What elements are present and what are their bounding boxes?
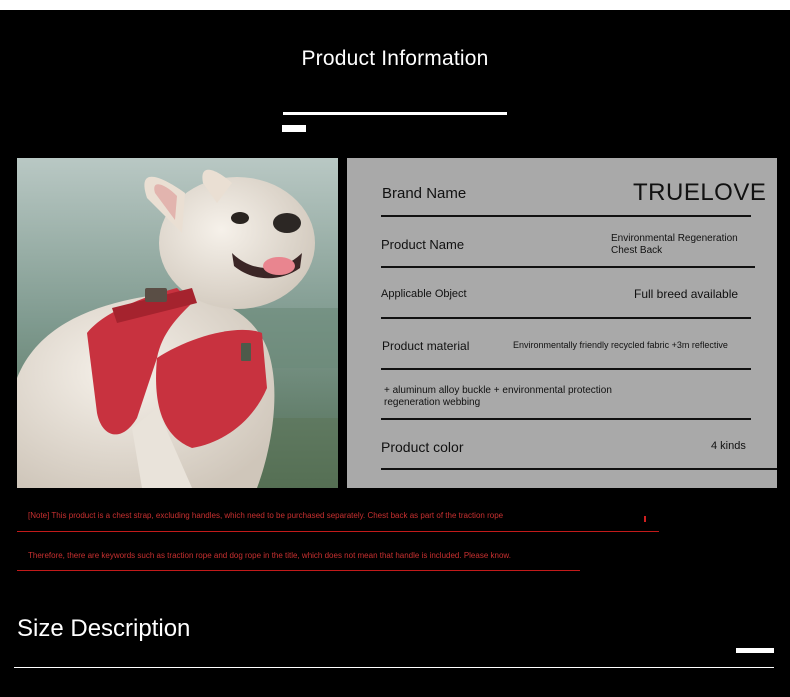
product-color-value: 4 kinds xyxy=(711,440,746,452)
dog-harness-image xyxy=(17,158,338,488)
note-line-2: Therefore, there are keywords such as tr… xyxy=(28,551,511,560)
note-line-1: [Note] This product is a chest strap, ex… xyxy=(28,511,504,520)
size-underline xyxy=(14,667,774,668)
product-photo xyxy=(17,158,338,488)
row-divider xyxy=(381,468,777,470)
product-name-label: Product Name xyxy=(381,237,465,252)
product-material-value: Environmentally friendly recycled fabric… xyxy=(513,340,728,350)
brand-name-value: TRUELOVE xyxy=(633,179,767,206)
product-material-continued-line1: + aluminum alloy buckle + environmental … xyxy=(384,385,612,396)
product-name-value-line2: Chest Back xyxy=(611,245,663,256)
title-underline xyxy=(283,112,507,115)
product-info-panel: Brand Name TRUELOVE Product Name Environ… xyxy=(347,158,777,488)
size-accent-tick xyxy=(736,648,774,653)
note-underline-2 xyxy=(17,570,580,571)
row-divider xyxy=(381,368,751,370)
title-accent-tick xyxy=(282,125,306,132)
brand-name-label: Brand Name xyxy=(382,185,467,202)
row-divider xyxy=(381,317,751,319)
red-mark xyxy=(644,516,646,522)
product-name-value-line1: Environmental Regeneration xyxy=(611,233,738,244)
section-title: Product Information xyxy=(301,47,489,70)
applicable-object-value: Full breed available xyxy=(634,287,739,301)
product-color-label: Product color xyxy=(381,439,464,455)
applicable-object-label: Applicable Object xyxy=(381,288,467,300)
product-material-continued-line2: regeneration webbing xyxy=(384,397,481,408)
row-divider xyxy=(381,266,755,268)
note-underline-1 xyxy=(17,531,659,532)
product-material-label: Product material xyxy=(382,339,470,353)
top-white-bar xyxy=(0,0,790,10)
size-description-title: Size Description xyxy=(17,615,191,642)
row-divider xyxy=(381,215,751,217)
row-divider xyxy=(381,418,751,420)
